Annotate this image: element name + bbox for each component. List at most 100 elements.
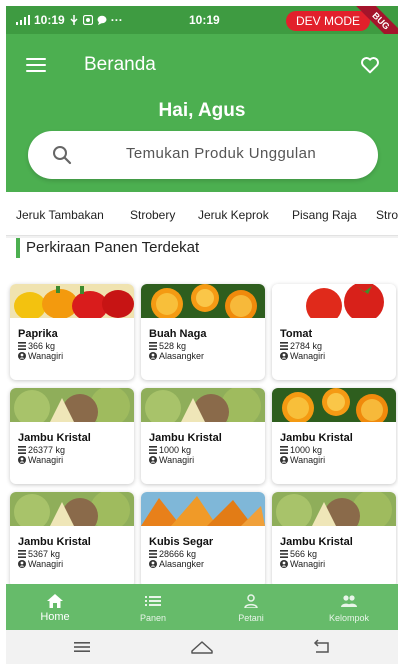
- recent-apps-icon[interactable]: [72, 639, 92, 655]
- home-button-icon[interactable]: [190, 639, 214, 655]
- category-chip[interactable]: Jeruk Tambakan: [16, 208, 104, 222]
- location-person-icon: [149, 352, 157, 360]
- product-weight: 28666 kg: [159, 549, 197, 559]
- product-location-row: Wanagiri: [280, 559, 325, 569]
- category-chip[interactable]: Pisang Raja: [292, 208, 357, 222]
- location-person-icon: [18, 560, 26, 568]
- person-icon: [244, 594, 258, 608]
- product-location-row: Wanagiri: [18, 455, 63, 465]
- nav-petani-label: Petani: [238, 613, 264, 623]
- dev-mode-badge: DEV MODE: [286, 11, 370, 31]
- product-location: Wanagiri: [290, 455, 326, 465]
- product-card[interactable]: Tomat 2784 kg Wanagiri: [272, 284, 396, 380]
- product-card[interactable]: Paprika 366 kg Wanagiri: [10, 284, 134, 380]
- nav-panen-label: Panen: [139, 613, 167, 623]
- search-input[interactable]: Temukan Produk Unggulan: [28, 131, 378, 179]
- product-weight-row: 528 kg: [149, 341, 186, 351]
- harvest-section: Perkiraan Panen Terdekat Paprika 366 kg: [6, 238, 398, 590]
- product-card[interactable]: Buah Naga 528 kg Alasangker: [141, 284, 265, 380]
- category-list: Jeruk Tambakan Strobery Jeruk Keprok Pis…: [6, 192, 398, 236]
- product-weight: 2784 kg: [290, 341, 323, 351]
- nav-panen[interactable]: Panen: [104, 584, 202, 630]
- product-weight: 566 kg: [290, 549, 318, 559]
- chat-icon: [97, 15, 107, 25]
- app-notification-icon: [82, 15, 93, 25]
- search-placeholder: Temukan Produk Unggulan: [126, 145, 317, 162]
- category-chip[interactable]: Strobery: [130, 208, 175, 222]
- product-name: Jambu Kristal: [18, 432, 91, 444]
- search-icon: [53, 146, 72, 165]
- product-location: Wanagiri: [28, 559, 64, 569]
- product-card[interactable]: Jambu Kristal 26377 kg Wanagiri: [10, 388, 134, 484]
- product-weight-row: 1000 kg: [280, 445, 322, 455]
- product-image: [10, 388, 134, 422]
- usb-icon: [70, 15, 78, 25]
- product-location-row: Wanagiri: [149, 455, 194, 465]
- app-screen: 10:19 ··· 10:19 DEV MODE BUG Beranda Hai…: [6, 6, 398, 664]
- system-navigation-bar: [6, 630, 398, 664]
- location-person-icon: [280, 560, 288, 568]
- product-location: Wanagiri: [28, 455, 64, 465]
- category-chip[interactable]: Stro: [376, 208, 398, 222]
- list-icon: [145, 596, 161, 606]
- product-name: Jambu Kristal: [18, 536, 91, 548]
- product-weight: 26377 kg: [28, 445, 66, 455]
- product-weight-row: 1000 kg: [149, 445, 191, 455]
- app-header: Beranda Hai, Agus Temukan Produk Unggula…: [6, 34, 398, 192]
- location-person-icon: [149, 456, 157, 464]
- status-time-center: 10:19: [189, 13, 220, 27]
- menu-icon[interactable]: [26, 58, 46, 72]
- product-location: Wanagiri: [28, 351, 64, 361]
- location-person-icon: [280, 456, 288, 464]
- product-image: [141, 388, 265, 422]
- product-weight-row: 26377 kg: [18, 445, 65, 455]
- product-weight: 5367 kg: [28, 549, 61, 559]
- weight-icon: [149, 342, 157, 350]
- product-image: [141, 492, 265, 526]
- weight-icon: [18, 342, 26, 350]
- product-image: [141, 284, 265, 318]
- group-icon: [341, 595, 357, 607]
- nav-home[interactable]: Home: [6, 584, 104, 630]
- product-weight: 1000 kg: [290, 445, 323, 455]
- weight-icon: [280, 446, 288, 454]
- signal-icon: [16, 15, 30, 25]
- product-location: Wanagiri: [290, 559, 326, 569]
- product-card[interactable]: Jambu Kristal 1000 kg Wanagiri: [141, 388, 265, 484]
- product-card[interactable]: Kubis Segar 28666 kg Alasangker: [141, 492, 265, 588]
- product-location: Alasangker: [159, 351, 205, 361]
- product-weight: 1000 kg: [159, 445, 192, 455]
- product-card[interactable]: Jambu Kristal 566 kg Wanagiri: [272, 492, 396, 588]
- section-title: Perkiraan Panen Terdekat: [16, 238, 199, 258]
- product-location-row: Alasangker: [149, 559, 204, 569]
- greeting-text: Hai, Agus: [158, 100, 246, 121]
- product-name: Jambu Kristal: [280, 432, 353, 444]
- weight-icon: [280, 342, 288, 350]
- product-weight-row: 28666 kg: [149, 549, 196, 559]
- heart-icon[interactable]: [360, 56, 380, 74]
- status-left: 10:19 ···: [16, 13, 123, 27]
- product-weight-row: 366 kg: [18, 341, 55, 351]
- nav-kelompok-label: Kelompok: [328, 613, 370, 623]
- nav-petani[interactable]: Petani: [202, 584, 300, 630]
- product-card[interactable]: Jambu Kristal 1000 kg Wanagiri: [272, 388, 396, 484]
- product-name: Jambu Kristal: [149, 432, 222, 444]
- weight-icon: [149, 550, 157, 558]
- location-person-icon: [18, 456, 26, 464]
- back-icon[interactable]: [312, 639, 332, 655]
- location-person-icon: [280, 352, 288, 360]
- product-card[interactable]: Jambu Kristal 5367 kg Wanagiri: [10, 492, 134, 588]
- category-chip[interactable]: Jeruk Keprok: [198, 208, 269, 222]
- nav-kelompok[interactable]: Kelompok: [300, 584, 398, 630]
- product-location: Wanagiri: [159, 455, 195, 465]
- product-weight-row: 5367 kg: [18, 549, 60, 559]
- weight-icon: [149, 446, 157, 454]
- product-location: Alasangker: [159, 559, 205, 569]
- product-location-row: Wanagiri: [18, 351, 63, 361]
- product-name: Jambu Kristal: [280, 536, 353, 548]
- page-title: Beranda: [84, 54, 156, 75]
- location-person-icon: [149, 560, 157, 568]
- product-image: [10, 284, 134, 318]
- bottom-navigation: Home Panen Petani Kelompok: [6, 584, 398, 630]
- product-image: [10, 492, 134, 526]
